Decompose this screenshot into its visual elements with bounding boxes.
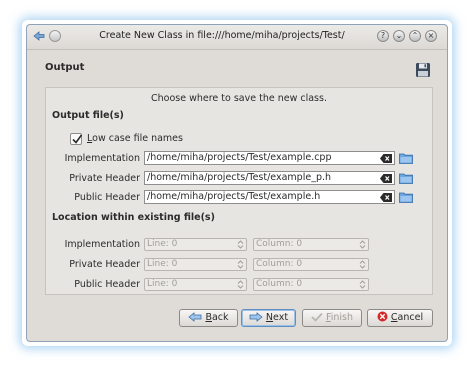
impl-location-label: Implementation <box>64 239 140 250</box>
finish-label: Finish <box>325 312 354 323</box>
public-line-value: Line: 0 <box>147 279 178 289</box>
spin-arrows-icon <box>359 280 366 289</box>
impl-path-input[interactable]: /home/miha/projects/Test/example.cpp <box>144 151 395 165</box>
output-files-title: Output file(s) <box>52 110 124 121</box>
next-label: Next <box>265 312 289 323</box>
cancel-button[interactable]: Cancel <box>367 309 433 327</box>
public-path-value: /home/miha/projects/Test/example.h <box>147 191 321 202</box>
impl-line-spinbox[interactable]: Line: 0 <box>144 238 247 251</box>
folder-icon[interactable] <box>399 152 413 164</box>
lowercase-checkbox[interactable] <box>70 133 83 145</box>
help-icon[interactable]: ? <box>377 30 389 42</box>
clear-icon[interactable] <box>380 154 392 163</box>
folder-icon[interactable] <box>399 172 413 184</box>
app-icon[interactable] <box>33 30 45 42</box>
title-bar[interactable]: Create New Class in file:///home/miha/pr… <box>27 25 447 50</box>
public-line-spinbox[interactable]: Line: 0 <box>144 278 247 291</box>
next-arrow-icon <box>249 312 263 322</box>
public-path-input[interactable]: /home/miha/projects/Test/example.h <box>144 190 395 204</box>
save-icon <box>415 62 431 78</box>
impl-line-value: Line: 0 <box>147 239 178 249</box>
impl-path-label: Implementation <box>64 153 140 164</box>
private-column-value: Column: 0 <box>256 259 303 269</box>
folder-icon[interactable] <box>399 191 413 203</box>
impl-column-spinbox[interactable]: Column: 0 <box>253 238 369 251</box>
public-location-label: Public Header <box>74 279 140 290</box>
back-arrow-icon <box>188 312 202 322</box>
lowercase-label[interactable]: Low case file names <box>87 133 183 144</box>
cancel-icon <box>377 311 388 322</box>
private-column-spinbox[interactable]: Column: 0 <box>253 258 369 271</box>
wizard-panel: Choose where to save the new class. Outp… <box>45 87 433 295</box>
private-line-value: Line: 0 <box>147 259 178 269</box>
clear-icon[interactable] <box>380 193 392 202</box>
close-icon[interactable]: × <box>425 30 437 42</box>
check-icon <box>311 312 323 322</box>
finish-button[interactable]: Finish <box>302 309 362 327</box>
public-column-value: Column: 0 <box>256 279 303 289</box>
maximize-icon[interactable]: ⌃ <box>409 30 421 42</box>
spin-arrows-icon <box>237 260 244 269</box>
spin-arrows-icon <box>237 240 244 249</box>
pin-icon[interactable] <box>49 30 61 42</box>
location-title: Location within existing file(s) <box>52 212 215 223</box>
window-title: Create New Class in file:///home/miha/pr… <box>99 30 345 41</box>
page-description: Choose where to save the new class. <box>151 93 327 104</box>
private-line-spinbox[interactable]: Line: 0 <box>144 258 247 271</box>
impl-column-value: Column: 0 <box>256 239 303 249</box>
private-location-label: Private Header <box>69 259 140 270</box>
private-path-input[interactable]: /home/miha/projects/Test/example_p.h <box>144 171 395 185</box>
public-column-spinbox[interactable]: Column: 0 <box>253 278 369 291</box>
spin-arrows-icon <box>359 260 366 269</box>
minimize-icon[interactable]: ⌄ <box>393 30 405 42</box>
next-button[interactable]: Next <box>241 309 296 327</box>
spin-arrows-icon <box>237 280 244 289</box>
impl-path-value: /home/miha/projects/Test/example.cpp <box>147 152 332 163</box>
spin-arrows-icon <box>359 240 366 249</box>
clear-icon[interactable] <box>380 174 392 183</box>
cancel-label: Cancel <box>390 312 424 323</box>
back-label: Back <box>205 312 229 323</box>
dialog-window: Create New Class in file:///home/miha/pr… <box>26 24 448 342</box>
private-path-value: /home/miha/projects/Test/example_p.h <box>147 172 332 183</box>
public-path-label: Public Header <box>74 192 140 203</box>
back-button[interactable]: Back <box>179 309 238 327</box>
private-path-label: Private Header <box>69 173 140 184</box>
page-title: Output <box>45 62 85 73</box>
